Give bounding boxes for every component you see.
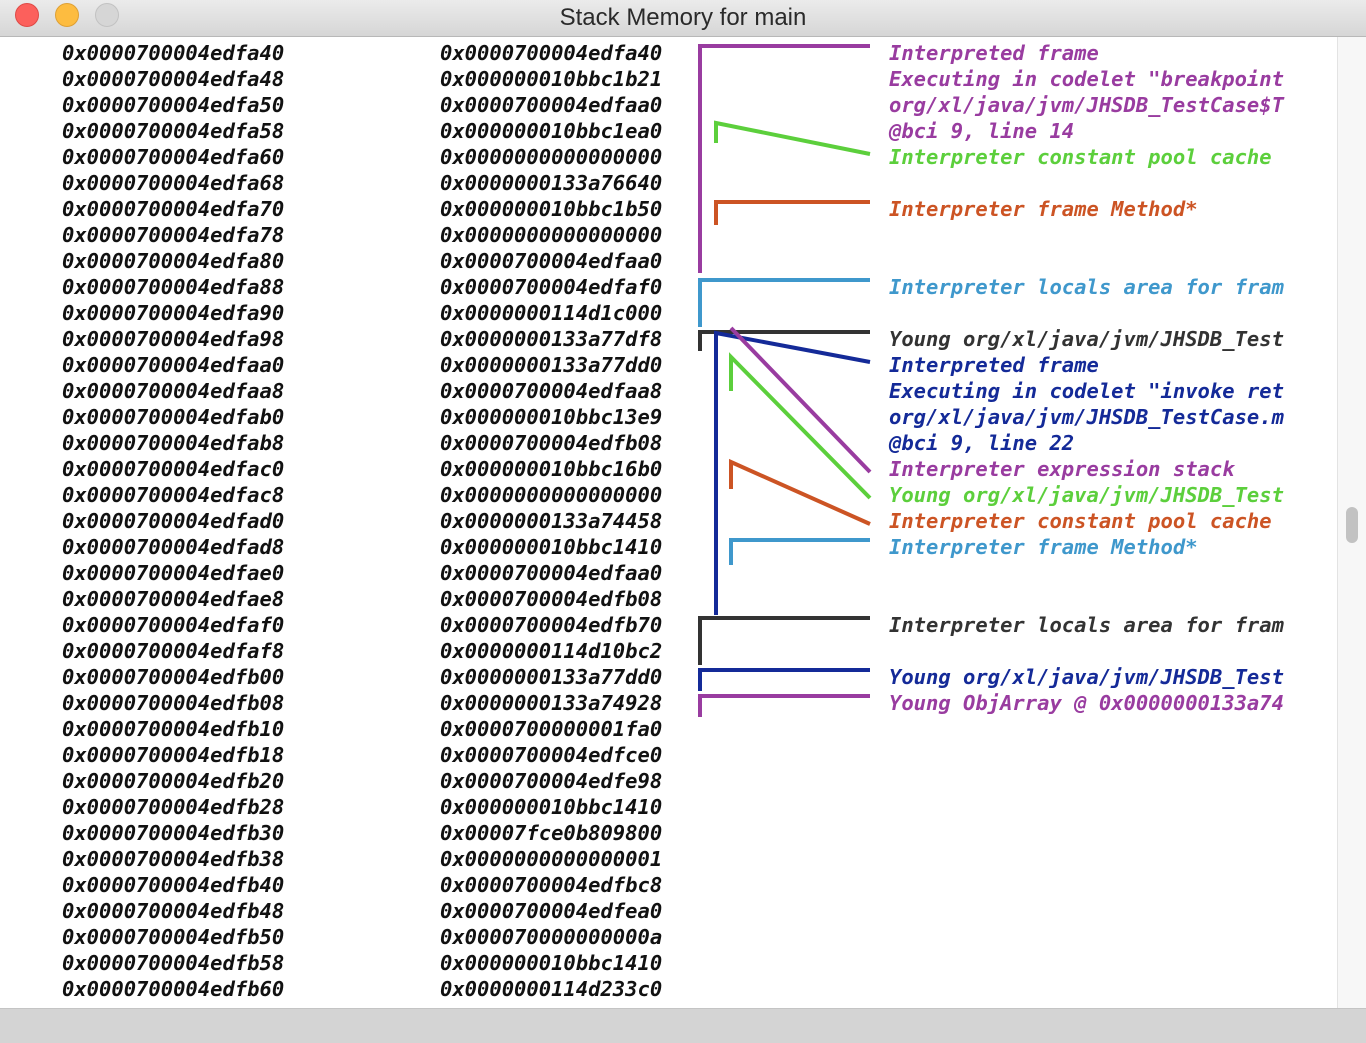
vertical-scrollbar[interactable] xyxy=(1337,37,1366,1008)
annotation-label: @bci 9, line 14 xyxy=(889,119,1075,143)
annotation-label: @bci 9, line 22 xyxy=(889,431,1075,455)
annotation-label: org/xl/java/jvm/JHSDB_TestCase$T xyxy=(889,93,1284,117)
locals-bracket-line-2 xyxy=(698,616,870,665)
cache-pointer-line-2 xyxy=(729,458,871,526)
annotation-label: Interpreter constant pool cache xyxy=(889,145,1272,169)
annotation-label: Interpreted frame xyxy=(889,353,1099,377)
method-pointer-line-2 xyxy=(729,538,870,565)
objarray-pointer-line xyxy=(698,694,870,717)
annotation-label: Interpreter locals area for fram xyxy=(889,613,1284,637)
young-pointer-line xyxy=(698,668,870,691)
stack-memory-window: Stack Memory for main 0x0000700004edfa40… xyxy=(0,0,1366,1043)
cache-pointer-line xyxy=(714,120,871,156)
young-object-line xyxy=(729,352,872,500)
annotation-label: Interpreter frame Method* xyxy=(889,535,1198,559)
scrollbar-thumb[interactable] xyxy=(1346,507,1358,543)
annotation-label: Executing in codelet "breakpoint xyxy=(889,67,1284,91)
annotation-label: Young org/xl/java/jvm/JHSDB_Test xyxy=(889,483,1284,507)
frame-bracket-line xyxy=(698,44,870,273)
annotation-label: Executing in codelet "invoke ret xyxy=(889,379,1284,403)
stack-memory-panel[interactable]: 0x0000700004edfa40 0x0000700004edfa40 0x00… xyxy=(0,37,1337,1008)
annotation-label: Young ObjArray @ 0x0000000133a74 xyxy=(889,691,1284,715)
bottom-bar xyxy=(0,1008,1366,1043)
annotation-label: Young org/xl/java/jvm/JHSDB_Test xyxy=(889,665,1284,689)
annotation-label: Interpreter constant pool cache xyxy=(889,509,1272,533)
annotation-label: Interpreter locals area for fram xyxy=(889,275,1284,299)
title-bar[interactable]: Stack Memory for main xyxy=(0,0,1366,37)
annotation-label: org/xl/java/jvm/JHSDB_TestCase.m xyxy=(889,405,1284,429)
annotation-label: Interpreted frame xyxy=(889,41,1099,65)
method-pointer-line xyxy=(714,200,870,225)
locals-bracket-line xyxy=(698,278,870,327)
annotation-label: Young org/xl/java/jvm/JHSDB_Test xyxy=(889,327,1284,351)
window-title: Stack Memory for main xyxy=(559,4,807,31)
annotation-label: Interpreter expression stack xyxy=(889,457,1235,481)
annotation-label: Interpreter frame Method* xyxy=(889,197,1198,221)
